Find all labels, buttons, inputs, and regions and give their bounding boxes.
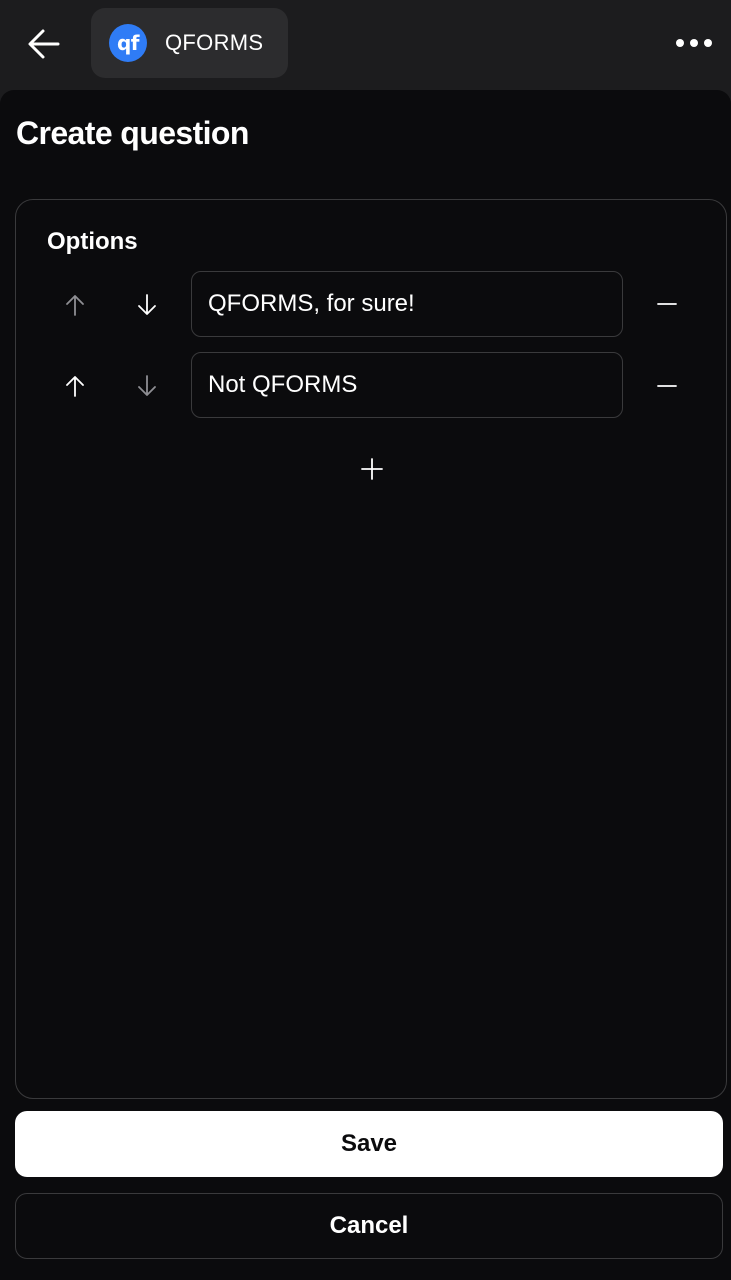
arrow-down-icon [138,375,156,396]
add-option-button[interactable] [352,449,392,489]
app-name: QFORMS [165,30,264,55]
option-2-remove-button[interactable] [647,366,687,406]
cancel-button-label: Cancel [329,1212,409,1239]
arrow-up-icon [66,376,84,397]
arrow-up-icon [66,295,84,316]
option-1-remove-button[interactable] [647,284,687,324]
page-title: Create question [16,115,249,151]
option-1-input[interactable] [191,271,623,337]
option-1-move-down-button[interactable] [127,285,167,325]
minus-icon [657,303,677,305]
option-2-move-down-button[interactable] [127,366,167,406]
option-2-move-up-button[interactable] [55,366,95,406]
minus-icon [657,385,677,387]
app-logo: qf [109,24,147,62]
arrow-down-icon [138,294,156,315]
app-chip[interactable]: qf QFORMS [91,8,288,78]
arrow-left-icon [28,29,60,59]
save-button-label: Save [340,1130,398,1157]
cancel-button[interactable]: Cancel [15,1193,723,1259]
more-options-button[interactable] [670,26,718,60]
app-logo-text: qf [116,31,140,55]
save-button[interactable]: Save [15,1111,723,1177]
options-label: Options [47,228,138,255]
plus-icon [361,458,383,480]
ellipsis-icon-dot [704,39,712,47]
top-bar: qf QFORMS [0,0,731,90]
option-1-move-up-button[interactable] [55,285,95,325]
ellipsis-icon-dot [690,39,698,47]
option-2-input[interactable] [191,352,623,418]
back-button[interactable] [22,22,66,66]
ellipsis-icon [676,39,684,47]
